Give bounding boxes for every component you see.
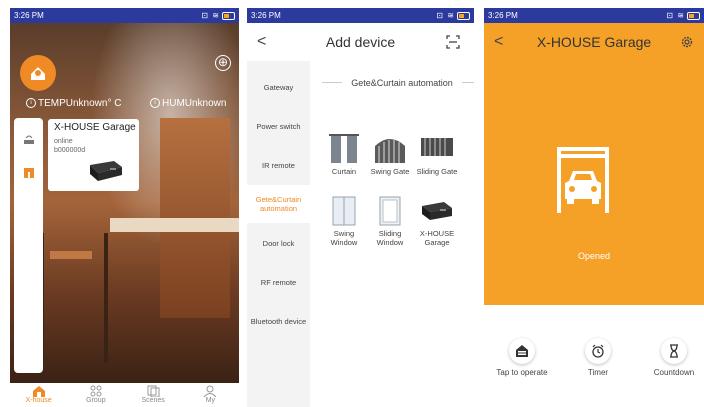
- status-icons: ⊡ ≋: [666, 8, 700, 23]
- scenes-icon: [147, 385, 160, 397]
- add-device-button[interactable]: ⊕: [215, 55, 231, 71]
- device-label: Sliding Window: [376, 229, 404, 247]
- category-list: Gateway Power switch IR remote Gete&Curt…: [247, 61, 310, 407]
- status-time: 3:26 PM: [488, 11, 518, 20]
- status-bar: 3:26 PM ⊡ ≋: [247, 8, 474, 23]
- humidity-icon: i: [150, 98, 160, 109]
- device-status: online: [54, 138, 73, 145]
- nav-label: Scenes: [141, 397, 165, 404]
- device-swing-gate[interactable]: Swing Gate: [368, 134, 412, 176]
- garage-door-icon: [516, 345, 528, 357]
- door-room-icon[interactable]: [22, 166, 36, 180]
- garage-open-icon: [557, 147, 609, 213]
- device-id: b000000d: [54, 147, 86, 154]
- status-time: 3:26 PM: [251, 11, 281, 20]
- nav-label: X-house: [25, 397, 52, 404]
- status-icons: ⊡ ≋: [201, 8, 235, 23]
- garage-control-screen: 3:26 PM ⊡ ≋ < X-HOUSE Garage Opened Tap …: [484, 8, 704, 407]
- tap-to-operate-button[interactable]: Tap to operate: [492, 338, 552, 377]
- battery-icon: [222, 11, 235, 20]
- garage-status-panel: Opened: [484, 61, 704, 305]
- swing-window-icon: [332, 196, 356, 226]
- background-stool-seat: [50, 251, 92, 259]
- curtain-icon: [329, 134, 359, 163]
- humidity-readout: i HUMUnknown: [150, 98, 226, 109]
- device-swing-window[interactable]: Swing Window: [322, 196, 366, 247]
- action-label: Tap to operate: [496, 368, 548, 377]
- device-label: X-HOUSE Garage: [419, 229, 455, 247]
- category-door-lock[interactable]: Door lock: [247, 224, 310, 262]
- device-sliding-gate[interactable]: Sliding Gate: [415, 134, 459, 176]
- home-icon: [32, 386, 45, 397]
- room-sidebar: [14, 118, 43, 373]
- timer-circle: [585, 338, 611, 364]
- door-state: Opened: [577, 251, 611, 261]
- countdown-button[interactable]: Countdown: [644, 338, 704, 377]
- page-title: Add device: [325, 34, 396, 50]
- nav-scenes[interactable]: Scenes: [128, 383, 178, 407]
- device-sliding-window[interactable]: Sliding Window: [368, 196, 412, 247]
- swing-gate-icon: [375, 139, 405, 163]
- action-label: Timer: [587, 368, 609, 377]
- user-icon: [203, 385, 217, 397]
- alarm-clock-icon: [592, 344, 604, 358]
- section-title: Gete&Curtain automation: [322, 78, 474, 88]
- humidity-value: HUMUnknown: [162, 98, 227, 109]
- device-grid: Gete&Curtain automation Curtain Swing Ga…: [310, 61, 474, 407]
- bottom-navigation: X-house Group Scenes My: [10, 383, 239, 407]
- back-button[interactable]: <: [494, 23, 503, 61]
- back-button[interactable]: <: [257, 23, 266, 61]
- status-bar: 3:26 PM ⊡ ≋: [484, 8, 704, 23]
- sliding-window-icon: [379, 196, 401, 226]
- page-title: X-HOUSE Garage: [536, 34, 652, 50]
- category-gate-curtain[interactable]: Gete&Curtain automation: [247, 185, 310, 223]
- action-label: Countdown: [653, 368, 695, 377]
- add-device-screen: 3:26 PM ⊡ ≋ < Add device Gateway Power s…: [247, 8, 474, 407]
- temperature-readout: i TEMPUnknown° C: [26, 98, 121, 109]
- temperature-icon: i: [26, 98, 36, 109]
- header: < Add device: [247, 23, 474, 61]
- battery-icon: [457, 11, 470, 20]
- countdown-circle: [661, 338, 687, 364]
- nav-x-house[interactable]: X-house: [14, 383, 64, 407]
- device-xhouse-garage[interactable]: X-HOUSE Garage: [415, 196, 459, 247]
- grid-icon: [90, 385, 102, 397]
- category-rf-remote[interactable]: RF remote: [247, 263, 310, 301]
- temperature-value: TEMPUnknown° C: [38, 98, 122, 109]
- device-label: Swing Gate: [370, 167, 410, 176]
- timer-button[interactable]: Timer: [568, 338, 628, 377]
- garage-device-icon: [422, 202, 452, 220]
- device-card-garage[interactable]: X-HOUSE Garage online b000000d: [48, 119, 139, 191]
- home-screen: 3:26 PM ⊡ ≋ ⊕ i TEMPUnknown° C i HUMUnknow…: [10, 8, 239, 407]
- nav-my[interactable]: My: [185, 383, 235, 407]
- nav-label: Group: [86, 397, 106, 404]
- device-curtain[interactable]: Curtain: [322, 134, 366, 176]
- nav-group[interactable]: Group: [71, 383, 121, 407]
- category-bluetooth[interactable]: Bluetooth device: [247, 302, 310, 340]
- status-time: 3:26 PM: [14, 11, 44, 20]
- category-power-switch[interactable]: Power switch: [247, 107, 310, 145]
- gateway-room-icon[interactable]: [22, 132, 36, 146]
- device-label: Swing Window: [330, 229, 358, 247]
- category-gateway[interactable]: Gateway: [247, 68, 310, 106]
- battery-icon: [687, 11, 700, 20]
- home-logo-icon[interactable]: [20, 55, 56, 91]
- device-label: Sliding Gate: [416, 167, 458, 176]
- category-ir-remote[interactable]: IR remote: [247, 146, 310, 184]
- nav-label: My: [205, 397, 216, 404]
- scan-icon[interactable]: [446, 35, 460, 49]
- device-label: Curtain: [331, 167, 357, 176]
- background-counter: [110, 218, 239, 232]
- status-icons: ⊡ ≋: [436, 8, 470, 23]
- header: < X-HOUSE Garage: [484, 23, 704, 61]
- hourglass-icon: [670, 344, 678, 358]
- status-bar: 3:26 PM ⊡ ≋: [10, 8, 239, 23]
- gear-icon[interactable]: [680, 35, 694, 49]
- operate-circle: [509, 338, 535, 364]
- garage-device-image: [90, 161, 122, 181]
- device-name: X-HOUSE Garage: [54, 122, 136, 133]
- sliding-gate-icon: [421, 138, 453, 156]
